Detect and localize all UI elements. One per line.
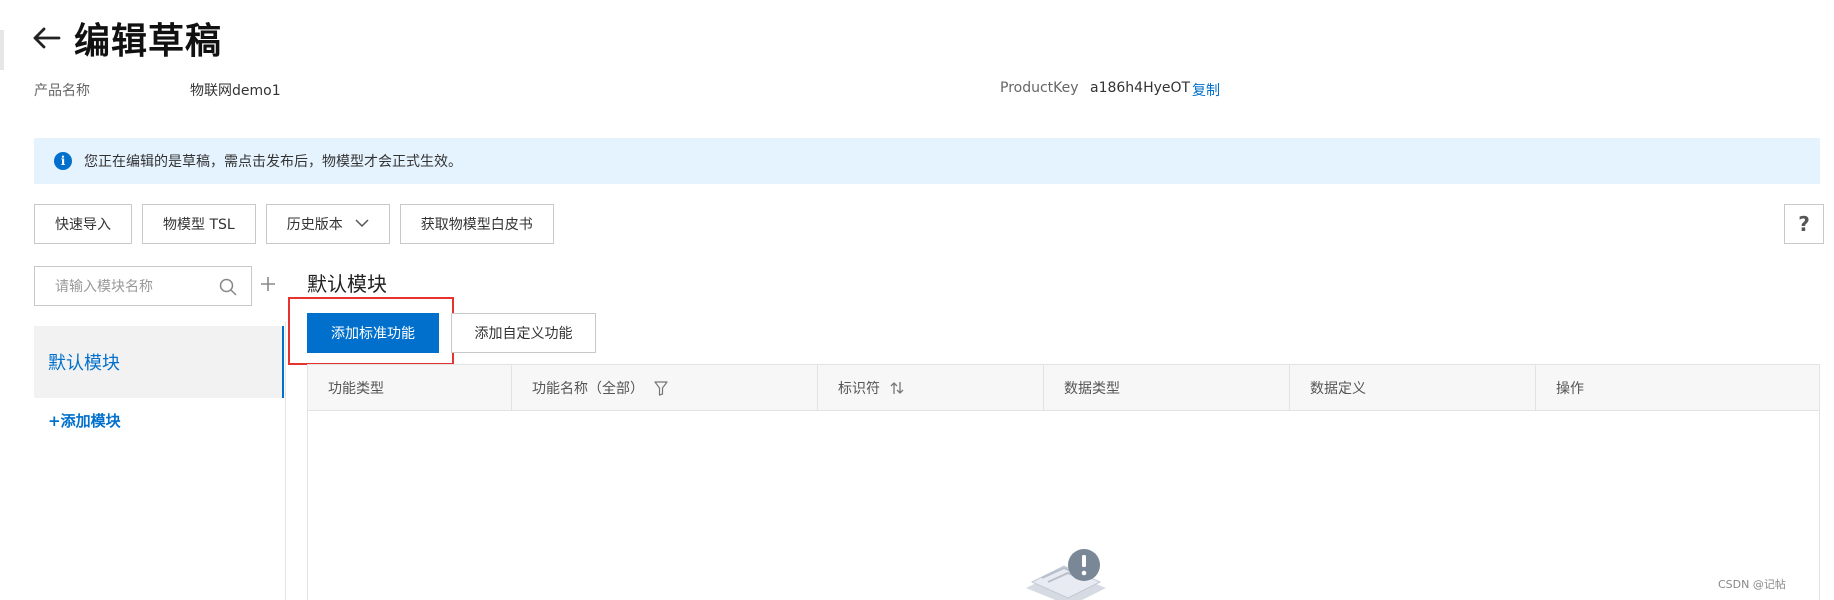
product-key-label: ProductKey (1000, 80, 1079, 96)
section-title: 默认模块 (307, 272, 387, 296)
table-header: 功能类型 功能名称（全部） 标识符 数据类型 数据定义 操作 (308, 365, 1819, 411)
tsl-button[interactable]: 物模型 TSL (142, 204, 256, 244)
help-button[interactable]: ? (1784, 204, 1824, 244)
add-custom-function-button[interactable]: 添加自定义功能 (451, 313, 596, 353)
empty-state-illustration (1018, 548, 1118, 600)
module-search-input[interactable] (55, 278, 215, 294)
sort-icon[interactable] (890, 381, 904, 395)
quick-import-label: 快速导入 (55, 217, 111, 233)
column-label: 功能名称（全部） (532, 381, 644, 397)
product-info: 产品名称 物联网demo1 ProductKey a186h4HyeOT 复制 (34, 80, 1834, 102)
add-standard-function-button[interactable]: 添加标准功能 (307, 313, 439, 353)
copy-link[interactable]: 复制 (1192, 80, 1220, 100)
module-search (34, 266, 252, 306)
back-arrow-icon[interactable] (30, 21, 64, 55)
info-icon: i (54, 152, 72, 170)
column-header-function-type: 功能类型 (308, 365, 512, 411)
notice-text: 您正在编辑的是草稿，需点击发布后，物模型才会正式生效。 (84, 154, 462, 170)
column-label: 数据定义 (1310, 381, 1366, 397)
add-icon[interactable] (258, 274, 278, 294)
watermark: CSDN @记帖 (1718, 578, 1786, 591)
page-header: 编辑草稿 (30, 14, 222, 62)
column-header-data-type: 数据类型 (1044, 365, 1290, 411)
whitepaper-label: 获取物模型白皮书 (420, 217, 533, 233)
tsl-label: 物模型 TSL (163, 217, 235, 233)
add-module-link[interactable]: +添加模块 (48, 410, 121, 431)
module-item-label: 默认模块 (48, 353, 120, 374)
product-name-label: 产品名称 (34, 83, 90, 99)
search-icon[interactable] (219, 278, 237, 296)
panel-divider (285, 322, 286, 600)
column-label: 操作 (1556, 381, 1584, 397)
module-item-default[interactable]: 默认模块 (34, 326, 284, 398)
column-label: 标识符 (838, 381, 880, 397)
column-header-identifier: 标识符 (818, 365, 1044, 411)
filter-icon[interactable] (654, 380, 668, 396)
product-name-value: 物联网demo1 (190, 83, 281, 99)
chevron-down-icon (355, 216, 369, 232)
whitepaper-button[interactable]: 获取物模型白皮书 (399, 204, 554, 244)
page-title: 编辑草稿 (74, 21, 223, 62)
history-version-label: 历史版本 (286, 217, 343, 233)
column-label: 功能类型 (328, 381, 384, 397)
column-label: 数据类型 (1064, 381, 1120, 397)
column-header-function-name: 功能名称（全部） (512, 365, 818, 411)
product-key-value: a186h4HyeOT (1090, 80, 1191, 96)
draft-notice: i 您正在编辑的是草稿，需点击发布后，物模型才会正式生效。 (34, 138, 1820, 184)
history-version-dropdown[interactable]: 历史版本 (265, 204, 390, 244)
column-header-data-definition: 数据定义 (1290, 365, 1536, 411)
side-edge-strip (0, 30, 4, 70)
quick-import-button[interactable]: 快速导入 (34, 204, 132, 244)
toolbar: 快速导入 物模型 TSL 历史版本 获取物模型白皮书 (34, 204, 554, 244)
column-header-actions: 操作 (1536, 365, 1819, 411)
